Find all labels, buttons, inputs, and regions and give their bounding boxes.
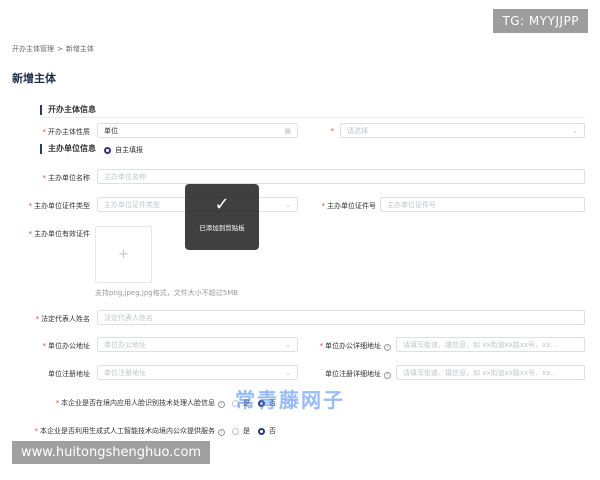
section-bar xyxy=(40,143,42,154)
section-bar xyxy=(40,104,42,115)
cert-type-label: * 主办单位证件类型 xyxy=(28,202,91,210)
radio-selected[interactable] xyxy=(258,427,265,435)
nature-select[interactable]: 单位 ▦ xyxy=(97,123,298,138)
info-icon[interactable]: i xyxy=(384,343,391,351)
breadcrumb-current: 新增主体 xyxy=(65,45,94,53)
office-addr-label: * 单位办公地址 xyxy=(42,342,91,350)
top-watermark-tag: TG: MYYJJPP xyxy=(493,9,588,33)
chevron-down-icon: ⌄ xyxy=(285,368,291,377)
reg-addr-label: 单位注册地址 xyxy=(48,370,90,378)
upload-hint: 支持png,jpeg,jpg格式，文件大小不超过5MB xyxy=(95,289,239,297)
cert-no-input[interactable]: 主办单位证件号 xyxy=(380,197,585,212)
radio-selected[interactable] xyxy=(104,146,111,154)
divider xyxy=(40,117,585,118)
unlabeled-select[interactable]: 请选择 ⌄ xyxy=(340,123,585,138)
watermark-text: 常青藤网子 xyxy=(235,388,345,412)
reg-detail-label: 单位注册详细地址 i xyxy=(305,369,391,379)
reg-addr-select[interactable]: 单位注册地址 ⌄ xyxy=(97,365,298,380)
info-icon[interactable]: i xyxy=(218,428,225,436)
unit-name-label: * 主办单位名称 xyxy=(42,174,91,182)
breadcrumb-separator: > xyxy=(57,45,63,53)
plus-icon: + xyxy=(118,247,129,262)
breadcrumb: 开办主体管理 > 新增主体 xyxy=(12,44,94,54)
cert-no-label: * 主办单位证件号 xyxy=(321,202,377,210)
office-detail-input[interactable]: 请填写街道、镇信息，如 xx街道xx路xx号、xx... xyxy=(396,337,585,352)
generative-ai-question: * 本企业是否利用生成式人工智能技术向境内公众提供服务 i xyxy=(6,426,225,436)
upload-button[interactable]: + xyxy=(95,226,152,283)
section-title: 开办主体信息 xyxy=(48,105,96,114)
legal-rep-label: * 法定代表人姓名 xyxy=(35,315,91,323)
nature-label: * 开办主体性质 xyxy=(42,128,91,136)
info-icon[interactable]: i xyxy=(218,400,225,408)
generative-ai-yes[interactable]: 是 xyxy=(232,426,250,436)
face-recognition-question: * 本企业是否在境内应用人脸识别技术处理人脸信息 i xyxy=(20,398,225,408)
bottom-url-tag: www.huitongshenghuo.com xyxy=(12,441,211,464)
section-title: 主办单位信息 xyxy=(48,144,96,153)
check-icon: ✓ xyxy=(214,194,230,215)
office-detail-label: * 单位办公详细地址 i xyxy=(305,341,391,351)
self-fill-radio[interactable]: 自主填报 xyxy=(104,145,143,155)
info-icon[interactable]: i xyxy=(384,371,391,379)
chevron-down-icon: ⌄ xyxy=(572,126,578,135)
chevron-down-icon: ⌄ xyxy=(285,200,291,209)
unlabeled-required-mark: * xyxy=(330,127,335,135)
generative-ai-no[interactable]: 否 xyxy=(258,426,276,436)
valid-cert-label: * 主办单位有效证件 xyxy=(28,230,91,238)
breadcrumb-parent[interactable]: 开办主体管理 xyxy=(12,44,54,54)
toast-text: 已添加到剪贴板 xyxy=(199,224,245,232)
unit-name-input[interactable]: 主办单位名称 xyxy=(97,169,585,184)
page-title: 新增主体 xyxy=(12,72,56,85)
office-addr-select[interactable]: 单位办公地址 ⌄ xyxy=(97,337,298,352)
radio-unselected[interactable] xyxy=(232,427,239,435)
legal-rep-input[interactable]: 法定代表人姓名 xyxy=(97,310,585,325)
copied-toast: ✓ 已添加到剪贴板 xyxy=(185,184,259,250)
chevron-down-icon: ⌄ xyxy=(285,340,291,349)
grid-icon: ▦ xyxy=(284,126,291,135)
section-header-unit: 主办单位信息 xyxy=(40,143,96,154)
reg-detail-input[interactable]: 请填写街道、镇信息，如 xx街道xx路xx号、xx... xyxy=(396,365,585,380)
section-header-info: 开办主体信息 xyxy=(40,104,96,115)
